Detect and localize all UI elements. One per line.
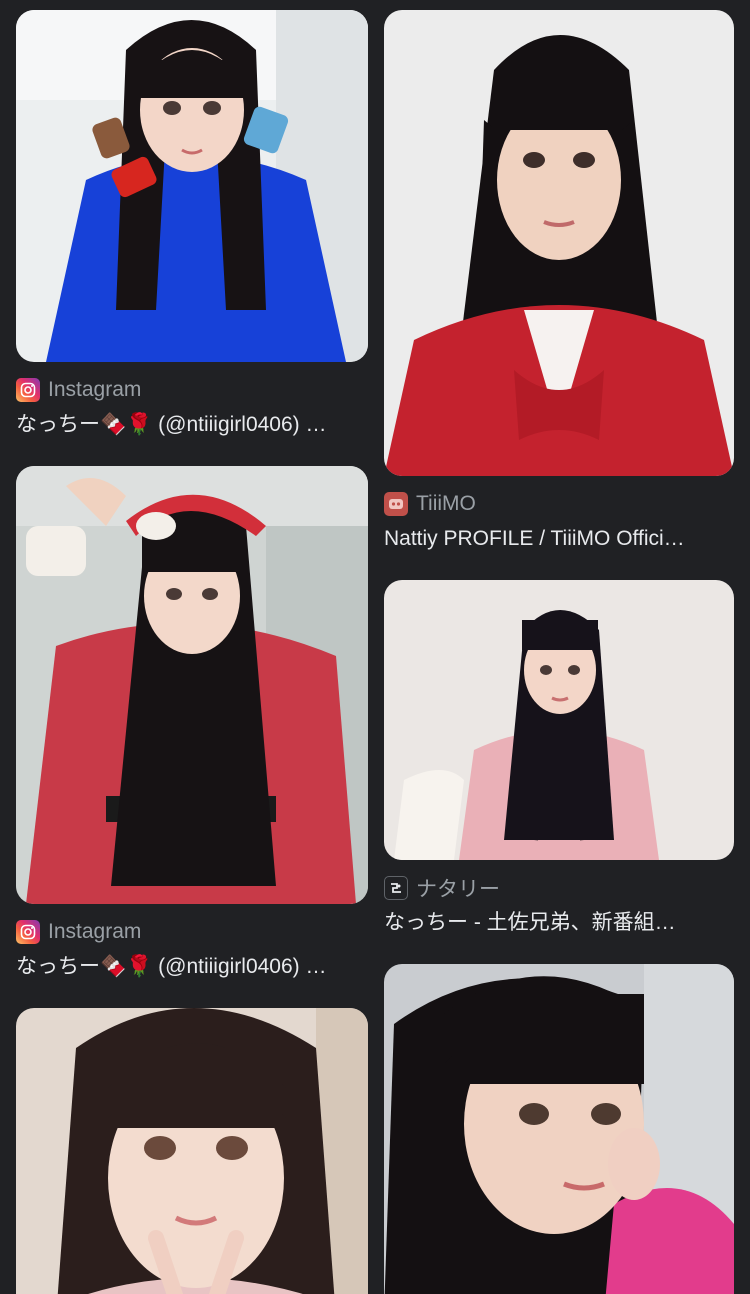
image-result-card[interactable]: Instagram なっちー🍫🌹 (@ntiiigirl0406) … — [16, 10, 368, 440]
portrait-image — [16, 466, 368, 904]
natalie-icon — [384, 876, 408, 900]
result-source: Instagram — [16, 376, 141, 404]
source-name: ナタリー — [416, 878, 500, 901]
portrait-image — [384, 580, 734, 860]
image-result-card[interactable]: ナタリー なっちー - 土佐兄弟、新番組… — [384, 580, 734, 942]
image-result-card[interactable] — [384, 964, 734, 1294]
image-result-card[interactable] — [16, 1008, 368, 1294]
result-thumbnail[interactable] — [384, 10, 734, 476]
result-thumbnail[interactable] — [384, 964, 734, 1294]
result-thumbnail[interactable] — [16, 466, 368, 904]
source-name: Instagram — [48, 920, 142, 943]
instagram-icon — [16, 378, 40, 402]
result-title[interactable]: なっちー🍫🌹 (@ntiiigirl0406) … — [16, 952, 368, 982]
result-title[interactable]: なっちー🍫🌹 (@ntiiigirl0406) … — [16, 410, 368, 440]
source-name: TiiiMO — [416, 492, 476, 515]
source-name: Instagram — [48, 378, 142, 401]
image-result-card[interactable]: TiiiMO Nattiy PROFILE / TiiiMO Offici… — [384, 10, 734, 556]
result-source: TiiiMO — [384, 490, 476, 518]
portrait-image — [16, 10, 368, 362]
result-thumbnail[interactable] — [384, 580, 734, 860]
portrait-image — [384, 10, 734, 476]
image-result-card[interactable]: Instagram なっちー🍫🌹 (@ntiiigirl0406) … — [16, 466, 368, 982]
result-thumbnail[interactable] — [16, 1008, 368, 1294]
image-results-grid: Instagram なっちー🍫🌹 (@ntiiigirl0406) … Tiii… — [0, 0, 750, 1294]
result-title[interactable]: Nattiy PROFILE / TiiiMO Offici… — [384, 524, 734, 554]
result-source: Instagram — [16, 918, 141, 946]
result-source: ナタリー — [384, 874, 500, 902]
result-thumbnail[interactable] — [16, 10, 368, 362]
portrait-image — [384, 964, 734, 1294]
result-title[interactable]: なっちー - 土佐兄弟、新番組… — [384, 908, 734, 938]
tiiimo-icon — [384, 492, 408, 516]
portrait-image — [16, 1008, 368, 1294]
instagram-icon — [16, 920, 40, 944]
